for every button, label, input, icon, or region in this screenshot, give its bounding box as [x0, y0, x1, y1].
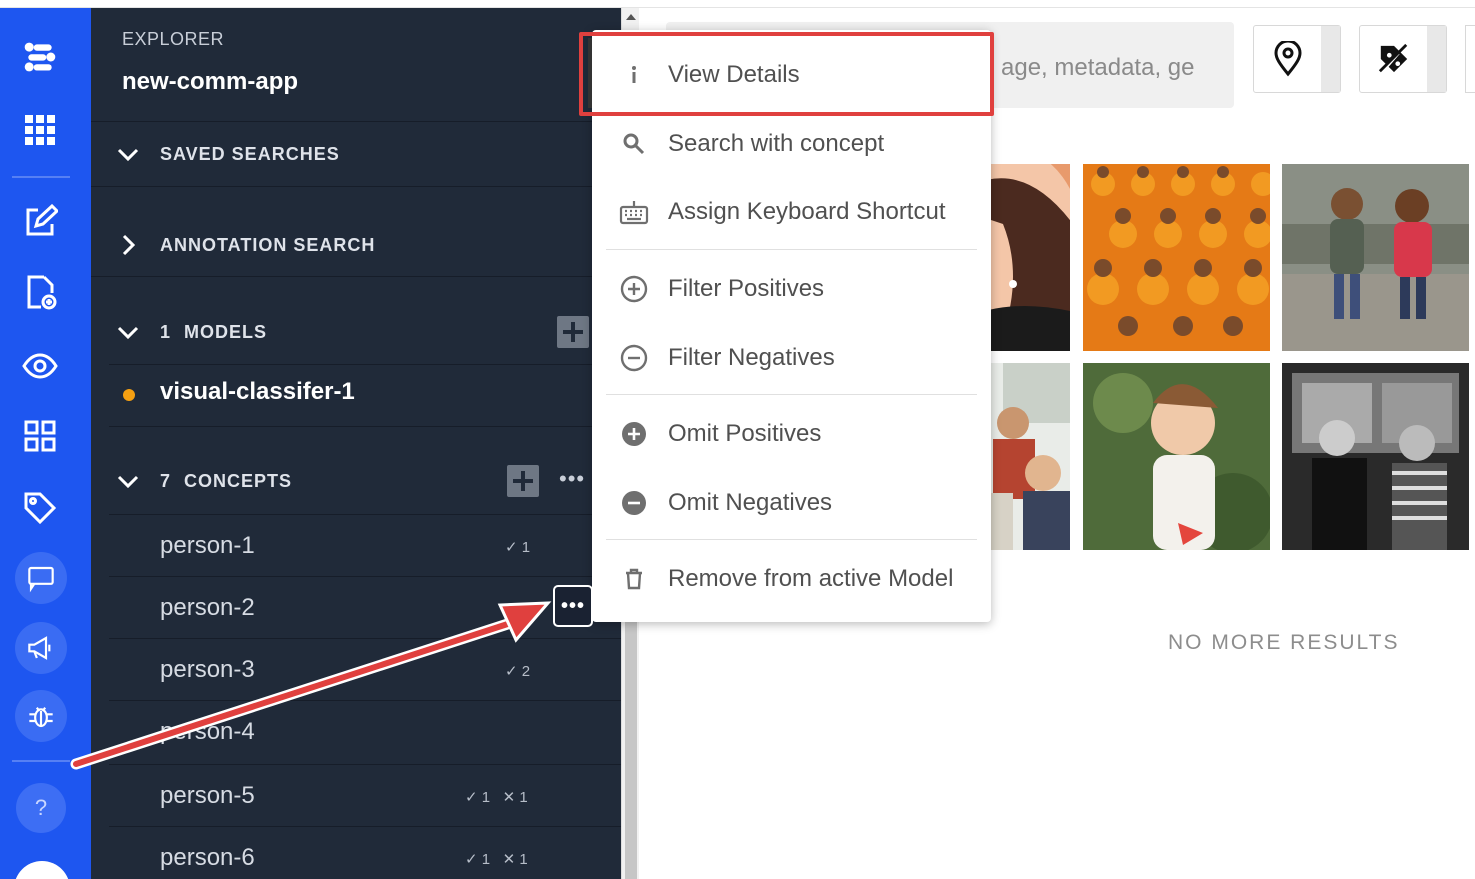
concept-context-menu: View Details Search with concept Assign … — [592, 30, 991, 622]
concept-item[interactable]: person-6 ✓ 1 ✕ 1 — [109, 826, 621, 879]
models-count: 1 — [160, 321, 171, 342]
concept-stats: ✓ 1 ✕ 1 — [465, 851, 528, 868]
edit-icon[interactable] — [18, 200, 62, 244]
concept-name: person-2 — [160, 594, 255, 621]
bug-icon[interactable] — [15, 690, 67, 742]
concept-name: person-4 — [160, 718, 255, 745]
result-image[interactable] — [1083, 363, 1270, 550]
minus-circle-icon — [619, 488, 649, 518]
apps-grid-icon[interactable] — [18, 108, 62, 152]
model-name[interactable]: visual-classifer-1 — [160, 378, 355, 406]
result-image[interactable] — [1282, 164, 1469, 351]
avatar[interactable] — [14, 861, 70, 879]
models-header[interactable]: 1 MODELS — [116, 317, 267, 347]
keyboard-icon — [619, 197, 649, 227]
saved-searches-row[interactable]: SAVED SEARCHES — [91, 121, 621, 186]
menu-item-omit-positives[interactable]: Omit Positives — [592, 403, 991, 465]
dashboard-icon[interactable] — [18, 414, 62, 458]
chevron-down-icon — [117, 148, 139, 162]
add-concept-button[interactable] — [507, 465, 539, 497]
nav-rail: ? — [0, 8, 91, 879]
add-file-icon[interactable] — [18, 270, 62, 314]
model-status-dot — [123, 389, 135, 401]
menu-item-omit-negatives[interactable]: Omit Negatives — [592, 472, 991, 534]
no-more-results: NO MORE RESULTS — [1168, 631, 1400, 654]
minus-circle-outline-icon — [619, 343, 649, 373]
concept-item[interactable]: person-1 ✓ 1 — [109, 514, 621, 576]
models-row[interactable]: 1 MODELS — [91, 276, 621, 364]
rail-divider — [12, 176, 70, 178]
menu-item-label: Omit Positives — [668, 420, 822, 447]
concept-item[interactable]: person-3 ✓ 2 — [109, 638, 621, 700]
concept-item[interactable]: person-5 ✓ 1 ✕ 1 — [109, 764, 621, 826]
app-name[interactable]: new-comm-app — [122, 68, 298, 96]
menu-item-filter-positives[interactable]: Filter Positives — [592, 258, 991, 320]
plus-circle-outline-icon — [619, 274, 649, 304]
menu-item-label: Remove from active Model — [668, 565, 954, 592]
concepts-count: 7 — [160, 470, 171, 491]
concepts-more-button[interactable]: ••• — [559, 466, 585, 492]
explorer-sidebar: EXPLORER new-comm-app SAVED SEARCHES ANN… — [91, 8, 621, 879]
tag-percent-icon — [1360, 26, 1428, 92]
saved-searches-label: SAVED SEARCHES — [160, 143, 340, 164]
concept-stats: ✓ 1 ✕ 1 — [465, 789, 528, 806]
scroll-up-arrow[interactable] — [626, 14, 636, 20]
annotation-search-row[interactable]: ANNOTATION SEARCH — [91, 186, 621, 276]
models-label: MODELS — [184, 321, 268, 342]
menu-divider — [606, 249, 977, 250]
menu-item-label: Assign Keyboard Shortcut — [668, 198, 946, 225]
rail-divider-bottom — [12, 760, 70, 762]
button-edge — [1321, 26, 1340, 92]
menu-item-search-with-concept[interactable]: Search with concept — [592, 113, 991, 175]
menu-item-label: Search with concept — [668, 130, 885, 157]
result-image[interactable] — [1083, 164, 1270, 351]
menu-item-label: Omit Negatives — [668, 489, 833, 516]
menu-item-remove-from-model[interactable]: Remove from active Model — [592, 548, 991, 610]
plus-circle-icon — [619, 419, 649, 449]
concept-more-button[interactable]: ••• — [553, 585, 593, 627]
concept-name: person-3 — [160, 656, 255, 683]
tag-filter-button[interactable] — [1359, 25, 1447, 93]
concept-item[interactable]: person-4 — [109, 700, 621, 762]
help-button[interactable]: ? — [16, 783, 66, 833]
concept-name: person-5 — [160, 782, 255, 809]
concept-name: person-1 — [160, 532, 255, 559]
tag-icon[interactable] — [18, 486, 62, 530]
result-image[interactable] — [1282, 363, 1469, 550]
annotation-search-label: ANNOTATION SEARCH — [160, 234, 376, 255]
menu-item-label: Filter Negatives — [668, 344, 835, 371]
trash-icon — [619, 564, 649, 594]
menu-item-assign-shortcut[interactable]: Assign Keyboard Shortcut — [592, 181, 991, 243]
saved-searches-header[interactable]: SAVED SEARCHES — [116, 139, 340, 169]
app-root: ? EXPLORER new-comm-app SAVED SEARCHES A… — [0, 0, 1475, 879]
section-label: EXPLORER — [122, 29, 225, 49]
location-pin-icon — [1254, 26, 1322, 92]
menu-divider — [606, 539, 977, 540]
chat-icon[interactable] — [15, 552, 67, 604]
concept-name: person-6 — [160, 844, 255, 871]
top-border — [0, 0, 1475, 8]
concept-stats: ✓ 2 — [505, 663, 531, 680]
menu-item-label: Filter Positives — [668, 275, 825, 302]
menu-divider — [606, 394, 977, 395]
megaphone-icon[interactable] — [15, 622, 67, 674]
menu-item-filter-negatives[interactable]: Filter Negatives — [592, 327, 991, 389]
clarifai-logo-icon[interactable] — [18, 35, 62, 79]
next-toolbar-button[interactable] — [1465, 25, 1475, 93]
chevron-down-icon — [117, 475, 139, 489]
concept-stats: ✓ 1 — [505, 539, 531, 556]
concepts-label: CONCEPTS — [184, 470, 293, 491]
eye-icon[interactable] — [18, 344, 62, 388]
concepts-header[interactable]: 7 CONCEPTS — [116, 466, 292, 496]
geo-search-button[interactable] — [1253, 25, 1341, 93]
chevron-right-icon — [122, 234, 136, 256]
add-model-button[interactable] — [557, 316, 589, 348]
chevron-down-icon — [117, 326, 139, 340]
text-cursor — [588, 38, 592, 108]
annotation-search-header[interactable]: ANNOTATION SEARCH — [116, 230, 375, 260]
highlight-box — [579, 32, 994, 116]
concept-item[interactable]: person-2 — [109, 576, 621, 638]
search-icon — [619, 129, 649, 159]
button-edge — [1427, 26, 1446, 92]
